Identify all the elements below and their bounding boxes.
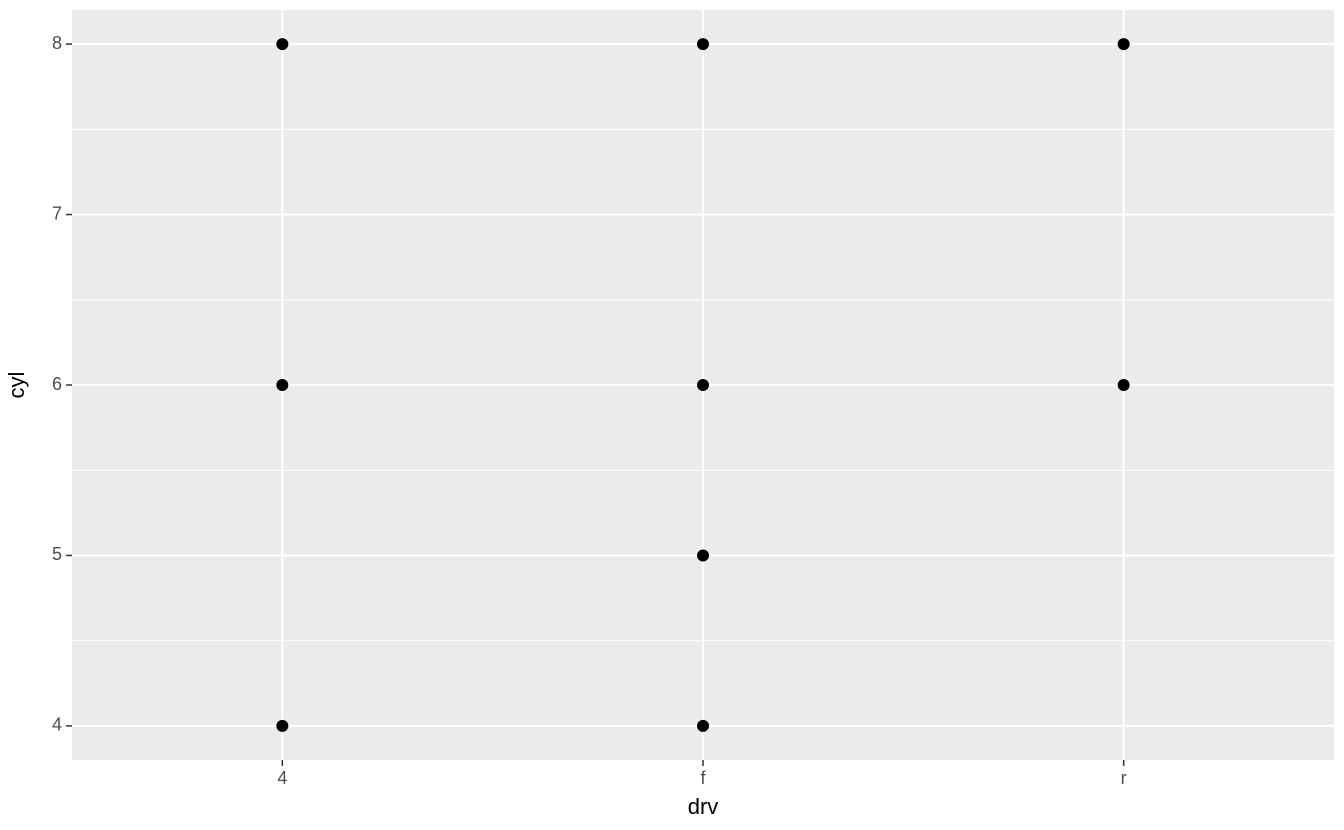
x-tick-label: r <box>1121 768 1127 788</box>
y-axis-tick-labels: 4 5 6 7 8 <box>52 33 62 735</box>
x-axis-ticks <box>282 760 1123 766</box>
y-tick-label: 5 <box>52 544 62 564</box>
chart-container: 4 5 6 7 8 4 f r drv cyl <box>0 0 1344 830</box>
data-point <box>1118 379 1130 391</box>
data-point <box>276 379 288 391</box>
scatter-plot: 4 5 6 7 8 4 f r drv cyl <box>0 0 1344 830</box>
x-tick-label: 4 <box>277 768 287 788</box>
data-point <box>697 720 709 732</box>
data-point <box>697 38 709 50</box>
y-tick-label: 6 <box>52 374 62 394</box>
data-point <box>697 549 709 561</box>
x-axis-tick-labels: 4 f r <box>277 768 1126 788</box>
data-point <box>1118 38 1130 50</box>
y-axis-title: cyl <box>4 372 29 399</box>
data-point <box>276 720 288 732</box>
x-tick-label: f <box>700 768 706 788</box>
y-tick-label: 4 <box>52 715 62 735</box>
data-point <box>276 38 288 50</box>
x-axis-title: drv <box>688 794 719 819</box>
data-point <box>697 379 709 391</box>
y-axis-ticks <box>66 44 72 726</box>
y-tick-label: 8 <box>52 33 62 53</box>
y-tick-label: 7 <box>52 203 62 223</box>
